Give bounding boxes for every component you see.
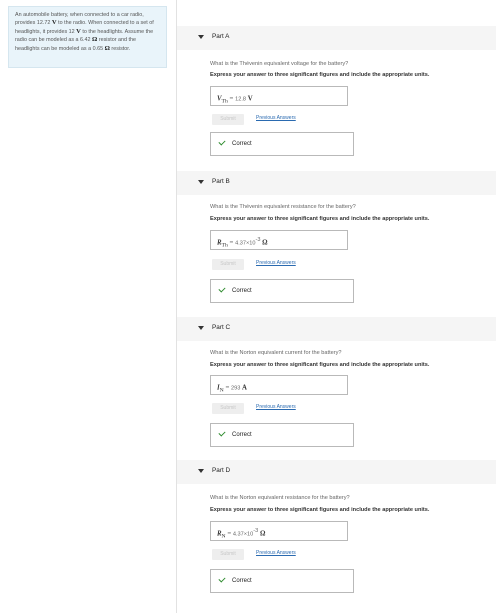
previous-answers-link[interactable]: Previous Answers bbox=[256, 115, 296, 121]
question-text: What is the Thévenin equivalent resistan… bbox=[210, 204, 356, 210]
feedback-box: Correct bbox=[210, 569, 354, 593]
answer-unit: V bbox=[247, 95, 253, 103]
answer-variable-subscript: Th bbox=[221, 98, 228, 105]
instruction-text: Express your answer to three significant… bbox=[210, 507, 430, 513]
ohm-unit: Ω bbox=[92, 36, 98, 44]
check-icon bbox=[218, 429, 226, 437]
part-title: Part C bbox=[212, 324, 231, 331]
answer-value: 293 bbox=[231, 385, 241, 392]
caret-down-icon bbox=[198, 326, 204, 330]
equals-sign: = bbox=[225, 384, 230, 392]
problem-text: resistor. bbox=[111, 45, 131, 52]
answer-variable-subscript: N bbox=[221, 533, 226, 540]
answer-field[interactable]: IN = 293 A bbox=[210, 375, 348, 395]
status-text: Correct bbox=[232, 432, 252, 438]
feedback-box: Correct bbox=[210, 132, 354, 156]
equals-sign: = bbox=[229, 95, 234, 103]
answer-variable-subscript: N bbox=[219, 387, 224, 394]
status-text: Correct bbox=[232, 141, 252, 147]
caret-down-icon bbox=[198, 180, 204, 184]
previous-answers-link[interactable]: Previous Answers bbox=[256, 550, 296, 556]
part-a: Part A What is the Thévenin equivalent v… bbox=[177, 26, 496, 166]
caret-down-icon bbox=[198, 35, 204, 39]
answer-field[interactable]: VTh = 12.8 V bbox=[210, 86, 348, 106]
submit-button[interactable]: Submit bbox=[212, 114, 244, 125]
part-b: Part B What is the Thévenin equivalent r… bbox=[177, 171, 496, 311]
check-icon bbox=[218, 575, 226, 583]
answer-value: 4.37×10 bbox=[232, 531, 254, 538]
previous-answers-link[interactable]: Previous Answers bbox=[256, 260, 296, 266]
part-c: Part C What is the Norton equivalent cur… bbox=[177, 317, 496, 457]
part-c-header[interactable]: Part C bbox=[177, 317, 496, 341]
submit-button[interactable]: Submit bbox=[212, 549, 244, 560]
equals-sign: = bbox=[227, 530, 232, 538]
part-b-header[interactable]: Part B bbox=[177, 171, 496, 195]
answer-variable-subscript: Th bbox=[221, 242, 228, 249]
answer-unit: A bbox=[242, 384, 247, 392]
part-a-header[interactable]: Part A bbox=[177, 26, 496, 50]
feedback-box: Correct bbox=[210, 423, 354, 447]
status-text: Correct bbox=[232, 288, 252, 294]
question-text: What is the Norton equivalent resistance… bbox=[210, 495, 350, 501]
part-d-header[interactable]: Part D bbox=[177, 460, 496, 484]
voltage-unit: V bbox=[51, 19, 57, 27]
equals-sign: = bbox=[229, 239, 234, 247]
part-title: Part D bbox=[212, 467, 231, 474]
problem-statement: An automobile battery, when connected to… bbox=[8, 6, 167, 68]
check-icon bbox=[218, 285, 226, 293]
previous-answers-link[interactable]: Previous Answers bbox=[256, 404, 296, 410]
answer-unit: Ω bbox=[259, 530, 266, 538]
submit-button[interactable]: Submit bbox=[212, 403, 244, 414]
voltage-unit: V bbox=[76, 27, 81, 35]
caret-down-icon bbox=[198, 469, 204, 473]
feedback-box: Correct bbox=[210, 279, 354, 303]
submit-button[interactable]: Submit bbox=[212, 259, 244, 270]
answer-exponent: -3 bbox=[253, 528, 259, 534]
answer-unit: Ω bbox=[262, 239, 268, 247]
answer-field[interactable]: RTh = 4.37×10-3 Ω bbox=[210, 230, 348, 250]
part-title: Part B bbox=[212, 178, 230, 185]
ohm-unit: Ω bbox=[104, 44, 110, 52]
answer-value: 4.37×10 bbox=[235, 240, 256, 247]
question-text: What is the Norton equivalent current fo… bbox=[210, 350, 342, 356]
question-text: What is the Thévenin equivalent voltage … bbox=[210, 61, 349, 67]
status-text: Correct bbox=[232, 578, 252, 584]
answer-value: 12.8 bbox=[235, 96, 246, 103]
check-icon bbox=[218, 138, 226, 146]
instruction-text: Express your answer to three significant… bbox=[210, 362, 430, 368]
instruction-text: Express your answer to three significant… bbox=[210, 72, 430, 78]
instruction-text: Express your answer to three significant… bbox=[210, 216, 430, 222]
part-d: Part D What is the Norton equivalent res… bbox=[177, 460, 496, 600]
answer-exponent: -3 bbox=[255, 237, 261, 243]
part-title: Part A bbox=[212, 33, 230, 40]
answer-field[interactable]: RN = 4.37×10-3 Ω bbox=[210, 521, 348, 541]
